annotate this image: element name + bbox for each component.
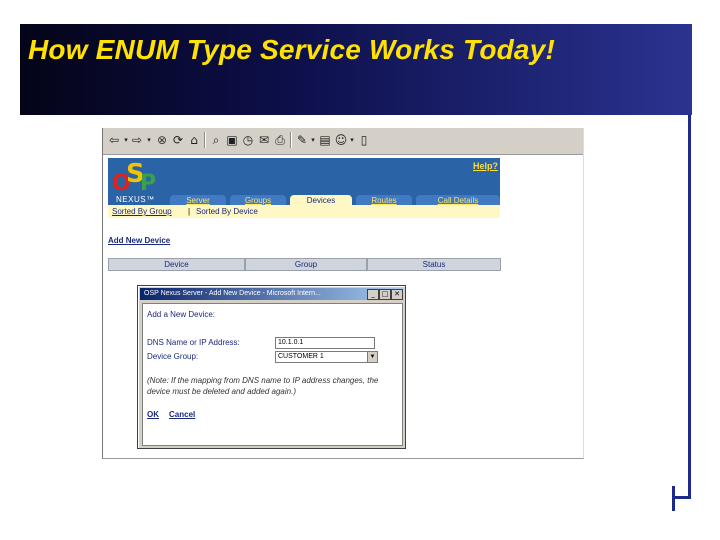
forward-dropdown-icon[interactable]: ▾ (146, 133, 152, 147)
messenger-icon[interactable]: ☺ (334, 133, 348, 147)
toolbar-separator (204, 132, 206, 148)
dialog-note: (Note: If the mapping from DNS name to I… (147, 376, 379, 396)
tab-label: Server (186, 196, 210, 205)
tab-label: Routes (371, 196, 397, 205)
app-header: O S P NEXUS™ Help? Server Groups Devices… (108, 158, 500, 206)
document-icon[interactable]: ▯ (357, 133, 371, 147)
maximize-icon[interactable]: □ (379, 289, 391, 300)
messenger-dropdown-icon[interactable]: ▾ (349, 133, 355, 147)
forward-icon[interactable]: ⇨ (130, 133, 144, 147)
help-link[interactable]: Help? (473, 161, 498, 171)
browser-toolbar: ⇦ ▾ ⇨ ▾ ⊗ ⟳ ⌂ ⌕ ▣ ◷ ✉ ⎙ ✎ ▾ ▤ ☺ ▾ ▯ (103, 128, 583, 155)
edit-dropdown-icon[interactable]: ▾ (310, 133, 316, 147)
tab-label: Devices (306, 196, 336, 205)
sorted-by-device-label: Sorted By Device (196, 207, 258, 216)
history-icon[interactable]: ◷ (241, 133, 255, 147)
search-icon[interactable]: ⌕ (209, 133, 223, 147)
add-new-device-link[interactable]: Add New Device (108, 236, 170, 245)
column-header-group[interactable]: Group (245, 258, 367, 271)
dns-input[interactable]: 10.1.0.1 (275, 337, 375, 349)
mail-icon[interactable]: ✉ (257, 133, 271, 147)
dialog-title: OSP Nexus Server - Add New Device - Micr… (144, 290, 321, 297)
tab-label: Groups (244, 196, 272, 205)
stop-icon[interactable]: ⊗ (155, 133, 169, 147)
browser-screenshot: ⇦ ▾ ⇨ ▾ ⊗ ⟳ ⌂ ⌕ ▣ ◷ ✉ ⎙ ✎ ▾ ▤ ☺ ▾ ▯ O S … (102, 128, 584, 459)
discuss-icon[interactable]: ▤ (318, 133, 332, 147)
back-dropdown-icon[interactable]: ▾ (123, 133, 129, 147)
chevron-down-icon[interactable]: ▼ (367, 351, 378, 363)
favorites-icon[interactable]: ▣ (225, 133, 239, 147)
back-icon[interactable]: ⇦ (107, 133, 121, 147)
slide-title: How ENUM Type Service Works Today! (28, 34, 556, 65)
sub-navigation: Sorted By Group | Sorted By Device (108, 205, 500, 218)
column-header-status[interactable]: Status (367, 258, 501, 271)
close-icon[interactable]: ✕ (391, 289, 403, 300)
home-icon[interactable]: ⌂ (187, 133, 201, 147)
frame-line (688, 115, 691, 498)
minimize-icon[interactable]: _ (367, 289, 379, 300)
subnav-separator: | (188, 207, 191, 216)
frame-bracket-foot (672, 496, 691, 499)
cancel-button[interactable]: Cancel (169, 410, 195, 419)
ok-button[interactable]: OK (147, 410, 159, 419)
dialog-body: Add a New Device: DNS Name or IP Address… (142, 303, 403, 446)
column-header-device[interactable]: Device (108, 258, 245, 271)
dialog-heading: Add a New Device: (147, 310, 216, 319)
sorted-by-group-link[interactable]: Sorted By Group (112, 205, 172, 218)
device-group-label: Device Group: (147, 352, 199, 361)
toolbar-separator (290, 132, 292, 148)
print-icon[interactable]: ⎙ (273, 133, 287, 147)
logo-letter-p: P (140, 171, 157, 196)
device-group-select[interactable]: CUSTOMER 1 (275, 351, 369, 363)
tab-label: Call Details (437, 196, 479, 205)
brand-name: NEXUS™ (116, 195, 155, 204)
dialog-titlebar[interactable]: OSP Nexus Server - Add New Device - Micr… (140, 288, 403, 300)
refresh-icon[interactable]: ⟳ (171, 133, 185, 147)
add-device-dialog: OSP Nexus Server - Add New Device - Micr… (137, 285, 406, 449)
dns-label: DNS Name or IP Address: (147, 338, 240, 347)
osp-logo: O S P (112, 159, 164, 196)
edit-icon[interactable]: ✎ (295, 133, 309, 147)
